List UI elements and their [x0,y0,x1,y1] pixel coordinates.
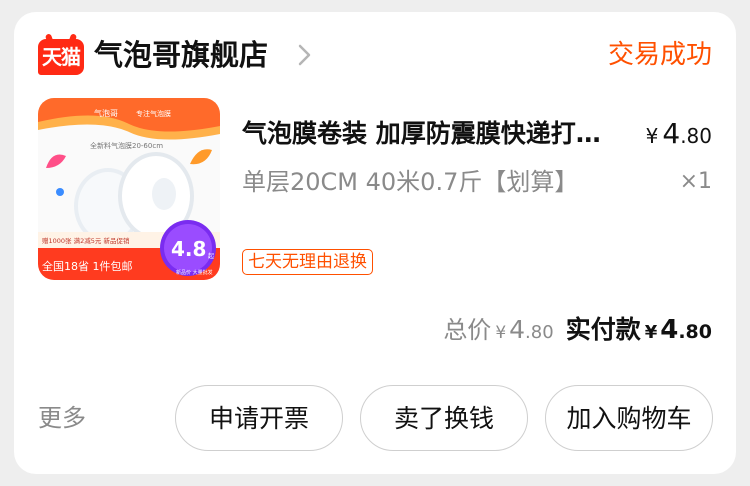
paid-label: 实付款 [565,315,641,344]
total-integer: 4 [509,315,526,344]
shop-name[interactable]: 气泡哥旗舰店 [94,34,268,76]
chevron-right-icon[interactable] [296,40,314,70]
request-invoice-button[interactable]: 申请开票 [175,385,343,451]
total-label: 总价 [443,316,492,344]
order-totals: 总价 ¥4.80 实付款 ¥4.80 [443,310,712,353]
resell-button[interactable]: 卖了换钱 [360,385,528,451]
more-link[interactable]: 更多 [38,398,86,438]
total-amount: ¥4.80 [491,315,554,344]
image-brand: 气泡哥 [94,108,118,118]
image-banner-text: 全国18省 1件包邮 [42,259,133,273]
product-spec: 单层20CM 40米0.7斤【划算】 [242,168,579,196]
image-slogan: 专注气泡膜 [136,109,171,118]
quantity: ×1 [679,169,712,194]
paid-currency: ¥ [644,322,658,343]
image-price-unit: 起 [208,252,214,260]
image-side-note: 新品价 大量批发 [176,269,213,276]
product-title[interactable]: 气泡膜卷装 加厚防震膜快递打包泡沫纸 [242,116,622,152]
total-decimal: .80 [525,322,554,343]
order-status: 交易成功 [607,40,712,70]
return-policy-badge: 七天无理由退换 [242,249,373,275]
paid-integer: 4 [660,315,679,345]
price-decimal: .80 [680,124,712,148]
tmall-badge-text: 天猫 [42,45,81,69]
order-card: 天猫 气泡哥旗舰店 交易成功 气泡哥 专注气泡膜 全新料气泡膜20-60cm 赠… [14,12,736,474]
image-strip-text: 赠1000张 满2减5元 新品促销 [42,236,130,245]
image-subtitle: 全新料气泡膜20-60cm [90,141,163,150]
image-price: 4.8 [171,237,206,261]
tmall-logo-icon: 天猫 [38,39,84,75]
paid-decimal: .80 [678,321,712,343]
paid-amount: ¥4.80 [641,315,712,345]
price-integer: 4 [662,117,681,150]
unit-price: ¥4.80 [646,116,712,156]
product-image[interactable]: 气泡哥 专注气泡膜 全新料气泡膜20-60cm 赠1000张 满2减5元 新品促… [38,98,220,280]
total-currency: ¥ [495,323,507,343]
add-to-cart-button[interactable]: 加入购物车 [545,385,713,451]
price-currency: ¥ [645,124,659,148]
